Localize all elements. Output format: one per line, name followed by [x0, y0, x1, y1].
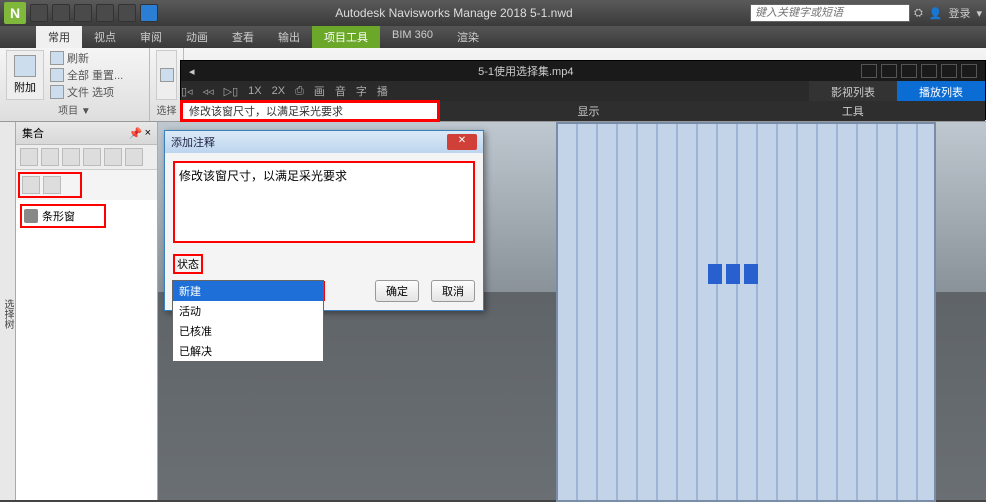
status-label: 状态	[173, 254, 203, 274]
reset-all-button[interactable]: 全部 重置...	[48, 67, 125, 83]
panel-close-icon[interactable]: ×	[145, 127, 151, 139]
video-close-icon[interactable]	[961, 64, 977, 78]
attach-button[interactable]: 附加	[6, 50, 44, 100]
grp-display: 显示	[577, 103, 599, 119]
search-input[interactable]	[750, 4, 910, 22]
cancel-button[interactable]: 取消	[431, 280, 475, 302]
tab-view[interactable]: 查看	[220, 26, 266, 48]
sets-toolbar-highlighted	[18, 172, 82, 198]
speed-2x[interactable]: 2X	[272, 85, 285, 97]
status-dropdown-list: 新建 活动 已核准 已解决	[172, 280, 324, 362]
app-logo[interactable]: N	[4, 2, 26, 24]
pin-icon[interactable]: 📌	[129, 127, 141, 139]
dropdown-item-resolved[interactable]: 已解决	[173, 341, 323, 361]
highlighted-window-1	[708, 264, 722, 284]
video-prev-icon[interactable]: ▯◃	[181, 85, 193, 98]
reset-icon	[50, 68, 64, 82]
dialog-close-button[interactable]: ✕	[447, 134, 477, 150]
user-icon[interactable]: 👤	[929, 7, 943, 20]
tab-animation[interactable]: 动画	[174, 26, 220, 48]
help-icon[interactable]: ⛭	[914, 7, 923, 20]
speed-1x[interactable]: 1X	[248, 85, 261, 97]
video-layout-icon[interactable]	[881, 64, 897, 78]
tab-bim360[interactable]: BIM 360	[380, 26, 445, 48]
workspace: 选择树 集合 📌 × 条形窗	[0, 122, 986, 500]
qat-open-icon[interactable]	[52, 4, 70, 22]
ribbon-tabs: 常用 视点 审阅 动画 查看 输出 项目工具 BIM 360 渲染	[0, 26, 986, 48]
ctrl-audio[interactable]: 音	[335, 83, 346, 99]
video-title: 5-1使用选择集.mp4	[195, 63, 857, 79]
video-next-icon[interactable]: ▷▯	[224, 85, 239, 98]
tab-project-tools[interactable]: 项目工具	[312, 26, 380, 48]
panel-project-label: 项目 ▼	[6, 100, 143, 119]
set-icon	[24, 209, 38, 223]
sets-tree[interactable]: 条形窗	[16, 200, 157, 500]
select-button[interactable]	[156, 50, 177, 100]
highlighted-window-3	[744, 264, 758, 284]
dropdown-icon[interactable]: ▾	[976, 7, 982, 20]
sets-tool-2[interactable]	[41, 148, 59, 166]
file-options-icon	[50, 85, 64, 99]
dropdown-item-active[interactable]: 活动	[173, 301, 323, 321]
sets-tool-6[interactable]	[125, 148, 143, 166]
ctrl-subtitle[interactable]: 字	[356, 83, 367, 99]
dropdown-item-new[interactable]: 新建	[173, 281, 323, 301]
tree-item-label: 条形窗	[42, 208, 75, 224]
dialog-title: 添加注释	[171, 134, 215, 150]
sets-panel: 集合 📌 × 条形窗	[16, 122, 158, 500]
video-rewind-icon[interactable]: ◃◃	[203, 85, 214, 98]
video-min-icon[interactable]	[861, 64, 877, 78]
sets-toolbar	[16, 145, 157, 170]
sets-panel-title: 集合	[22, 125, 44, 141]
sets-tool-4[interactable]	[83, 148, 101, 166]
qat-undo-icon[interactable]	[96, 4, 114, 22]
ctrl-play[interactable]: 播	[377, 83, 388, 99]
refresh-icon	[50, 51, 64, 65]
ctrl-draw[interactable]: 画	[314, 83, 325, 99]
sets-tool-1[interactable]	[20, 148, 38, 166]
selection-tree-tab[interactable]: 选择树	[0, 122, 16, 500]
tab-review[interactable]: 审阅	[128, 26, 174, 48]
video-tab-movies[interactable]: 影视列表	[809, 81, 897, 101]
highlighted-window-2	[726, 264, 740, 284]
comment-textarea[interactable]	[173, 161, 475, 243]
ribbon-panel-select: 选择	[150, 48, 184, 121]
video-max-icon[interactable]	[941, 64, 957, 78]
cursor-icon	[160, 68, 174, 82]
sets-tool-3[interactable]	[62, 148, 80, 166]
sets-tool-5[interactable]	[104, 148, 122, 166]
grp-tools: 工具	[842, 103, 864, 119]
ribbon-panel-project: 附加 刷新 全部 重置... 文件 选项 项目 ▼	[0, 48, 150, 121]
qat-new-icon[interactable]	[30, 4, 48, 22]
qat-save-icon[interactable]	[74, 4, 92, 22]
qat-redo-icon[interactable]	[118, 4, 136, 22]
title-bar: N Autodesk Navisworks Manage 2018 5-1.nw…	[0, 0, 986, 26]
sets-folder-icon[interactable]	[43, 176, 61, 194]
ok-button[interactable]: 确定	[375, 280, 419, 302]
video-tab-playlist[interactable]: 播放列表	[897, 81, 985, 101]
sets-save-icon[interactable]	[22, 176, 40, 194]
panel-select-label: 选择	[156, 100, 177, 119]
tab-output[interactable]: 输出	[266, 26, 312, 48]
file-options-button[interactable]: 文件 选项	[48, 84, 125, 100]
video-settings-icon[interactable]	[901, 64, 917, 78]
app-title: Autodesk Navisworks Manage 2018 5-1.nwd	[162, 6, 746, 20]
dropdown-item-approved[interactable]: 已核准	[173, 321, 323, 341]
login-link[interactable]: 登录	[948, 5, 970, 21]
tab-render[interactable]: 渲染	[445, 26, 491, 48]
attach-icon	[14, 55, 36, 77]
tree-item-strip-window[interactable]: 条形窗	[20, 204, 106, 228]
refresh-button[interactable]: 刷新	[48, 50, 125, 66]
qat-select-icon[interactable]	[140, 4, 158, 22]
video-minimize-icon[interactable]	[921, 64, 937, 78]
tab-viewpoint[interactable]: 视点	[82, 26, 128, 48]
tab-home[interactable]: 常用	[36, 26, 82, 48]
annotation-preview-bar: 修改该窗尺寸，以满足采光要求	[180, 100, 440, 122]
video-screenshot-icon[interactable]: ⎙	[295, 85, 304, 98]
building-model	[556, 122, 936, 502]
